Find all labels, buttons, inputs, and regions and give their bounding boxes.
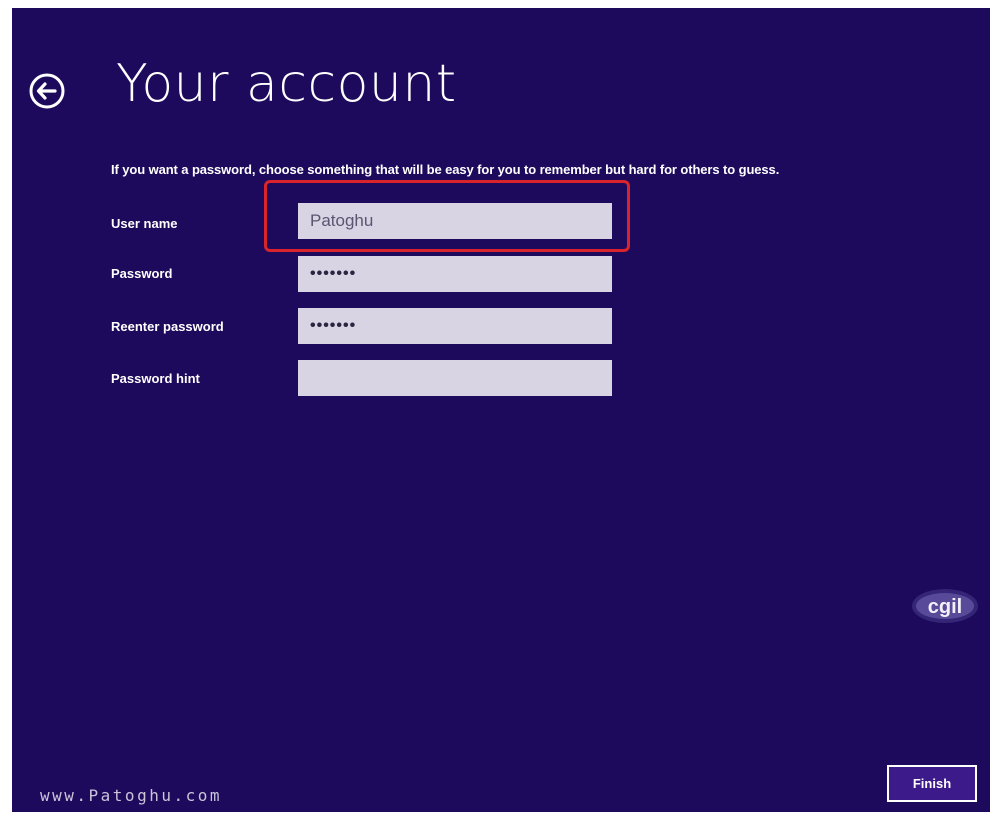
password-hint-label: Password hint (111, 371, 200, 386)
account-setup-screen: Your account If you want a password, cho… (12, 8, 990, 812)
password-hint-input[interactable] (298, 360, 612, 396)
back-button[interactable] (28, 72, 66, 110)
watermark-logo-text: cgil (928, 596, 962, 618)
reenter-password-label: Reenter password (111, 319, 224, 334)
watermark-logo: cgil (909, 584, 981, 628)
user-name-label: User name (111, 216, 178, 231)
user-name-input[interactable] (298, 203, 612, 239)
back-arrow-icon (29, 73, 65, 109)
page-title: Your account (116, 54, 457, 114)
cgil-logo-icon: cgil (912, 589, 978, 623)
password-input[interactable] (298, 256, 612, 292)
footer-url: www.Patoghu.com (40, 786, 222, 805)
finish-button[interactable]: Finish (887, 765, 977, 802)
password-instructions: If you want a password, choose something… (111, 162, 780, 177)
password-label: Password (111, 266, 173, 281)
reenter-password-input[interactable] (298, 308, 612, 344)
